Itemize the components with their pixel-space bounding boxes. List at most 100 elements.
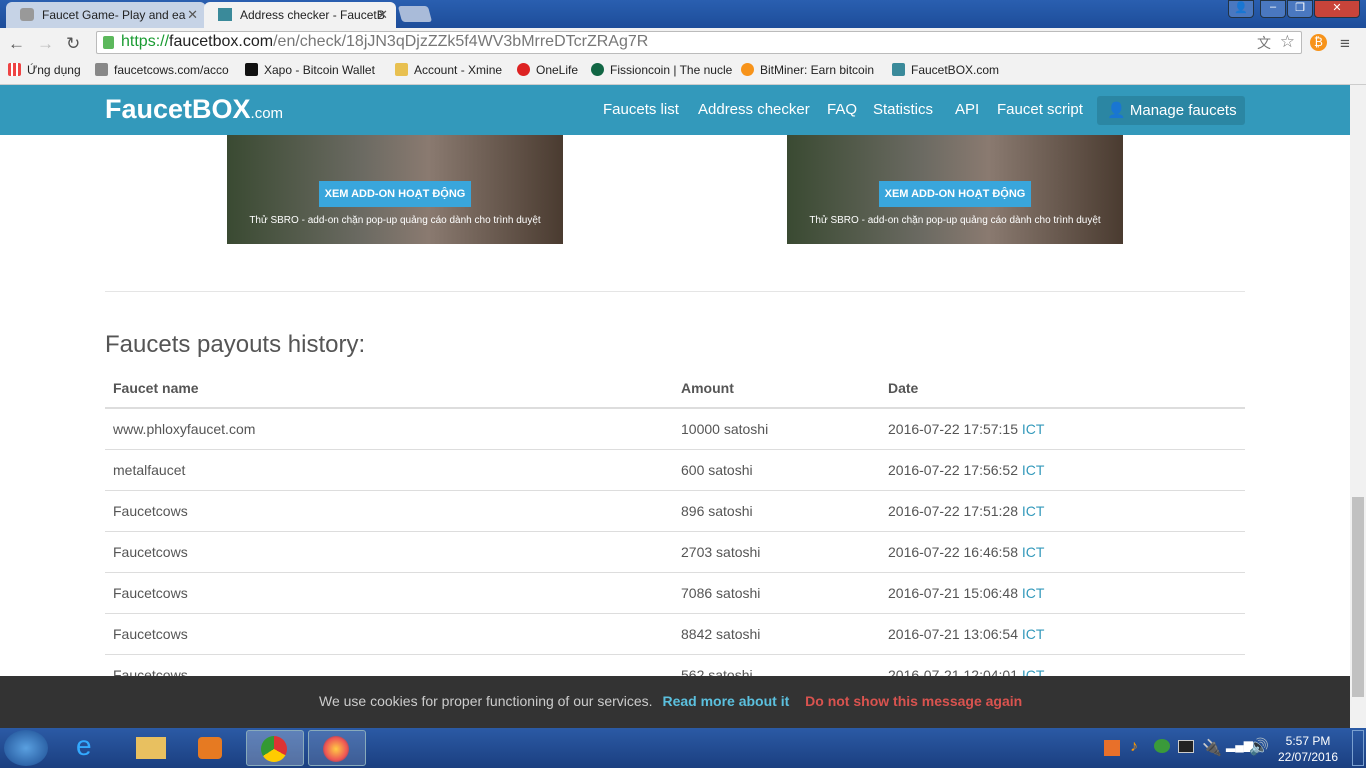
java-tray-icon[interactable] (1104, 740, 1120, 756)
star-icon[interactable]: ☆ (1280, 32, 1295, 52)
xapo-icon (245, 63, 258, 76)
amount: 7086 satoshi (673, 572, 880, 614)
translate-icon[interactable]: 文 (1257, 33, 1271, 53)
nav-api[interactable]: API (955, 101, 979, 118)
date: 2016-07-21 15:06:48 ICT (880, 572, 1245, 614)
user-button[interactable]: 👤 (1228, 0, 1254, 18)
date: 2016-07-22 16:46:58 ICT (880, 531, 1245, 573)
ie-icon[interactable]: e (62, 730, 120, 766)
history-title: Faucets payouts history: (105, 331, 366, 358)
tab-address-checker[interactable]: Address checker - FaucetB ✕ (204, 2, 396, 28)
amount: 10000 satoshi (673, 408, 880, 450)
explorer-icon[interactable] (122, 730, 180, 766)
dismiss-cookie-link[interactable]: Do not show this message again (805, 693, 1022, 709)
tab-faucet-game[interactable]: Faucet Game- Play and ea ✕ (6, 2, 206, 28)
faucet-name: www.phloxyfaucet.com (105, 408, 673, 450)
bitcoin-extension-icon[interactable]: ₿ (1310, 34, 1327, 51)
nav-address-checker[interactable]: Address checker (698, 101, 810, 118)
site-navbar: FaucetBOX.com Faucets list Address check… (0, 85, 1350, 135)
timezone-link[interactable]: ICT (1022, 421, 1045, 437)
faucetbox-icon (218, 8, 232, 21)
url-input[interactable]: https://faucetbox.com/en/check/18jJN3qDj… (96, 31, 1302, 54)
menu-icon[interactable]: ≡ (1340, 34, 1350, 54)
table-row: Faucetcows 7086 satoshi 2016-07-21 15:06:4… (105, 572, 1245, 614)
manage-faucets-button[interactable]: 👤 Manage faucets (1097, 96, 1245, 125)
ad-text: Thử SBRO - add-on chặn pop-up quảng cáo … (809, 215, 1101, 226)
faucet-name: metalfaucet (105, 449, 673, 491)
cookie-text: We use cookies for proper functioning of… (319, 693, 653, 709)
download-manager-icon[interactable] (1154, 739, 1170, 753)
nav-faq[interactable]: FAQ (827, 101, 857, 118)
address-bar-row: ← → ↻ https://faucetbox.com/en/check/18j… (0, 28, 1366, 57)
firefox-icon[interactable] (308, 730, 366, 766)
minimize-button[interactable]: – (1260, 0, 1286, 18)
faucetbox-icon (892, 63, 905, 76)
audio-tray-icon[interactable]: ♪ (1130, 738, 1138, 756)
cow-icon (20, 8, 34, 21)
amount: 8842 satoshi (673, 613, 880, 655)
nav-statistics[interactable]: Statistics (873, 101, 933, 118)
faucet-name: Faucetcows (105, 490, 673, 532)
amount: 2703 satoshi (673, 531, 880, 573)
chrome-icon[interactable] (246, 730, 304, 766)
ad-banner[interactable]: XEM ADD-ON HOẠT ĐỘNG Thử SBRO - add-on ch… (787, 135, 1123, 244)
close-tab-icon[interactable]: ✕ (377, 7, 388, 23)
fissioncoin-icon (591, 63, 604, 76)
clock[interactable]: 5:57 PM 22/07/2016 (1278, 733, 1338, 765)
faucet-name: Faucetcows (105, 613, 673, 655)
bookmark-fissioncoin[interactable]: Fissioncoin | The nucle (591, 63, 732, 77)
timezone-link[interactable]: ICT (1022, 503, 1045, 519)
xmine-icon (395, 63, 408, 76)
media-player-icon[interactable] (182, 730, 240, 766)
bookmark-faucetbox[interactable]: FaucetBOX.com (892, 63, 999, 77)
bookmark-xmine[interactable]: Account - Xmine (395, 63, 502, 77)
volume-icon[interactable]: 🔊 (1249, 737, 1269, 757)
maximize-button[interactable]: ❐ (1287, 0, 1313, 18)
bookmarks-bar: Ứng dụng faucetcows.com/acco Xapo - Bitc… (0, 57, 1366, 85)
amount: 896 satoshi (673, 490, 880, 532)
display-tray-icon[interactable] (1178, 740, 1194, 753)
forward-icon[interactable]: → (37, 34, 54, 54)
col-date: Date (880, 368, 1245, 409)
date: 2016-07-22 17:56:52 ICT (880, 449, 1245, 491)
date: 2016-07-21 13:06:54 ICT (880, 613, 1245, 655)
back-icon[interactable]: ← (8, 34, 25, 54)
bookmark-apps[interactable]: Ứng dụng (8, 63, 81, 77)
taskbar: e ♪ 🔌 ▂▄▆ 🔊 5:57 PM 22/07/2016 (0, 728, 1366, 768)
close-window-button[interactable]: ✕ (1314, 0, 1360, 18)
faucet-name: Faucetcows (105, 572, 673, 614)
table-row: metalfaucet 600 satoshi 2016-07-22 17:56:5… (105, 449, 1245, 491)
reload-icon[interactable]: ↻ (66, 34, 80, 54)
col-faucet-name: Faucet name (105, 368, 673, 409)
scrollbar-thumb[interactable] (1352, 497, 1364, 697)
read-more-link[interactable]: Read more about it (662, 693, 789, 709)
tab-bar: Faucet Game- Play and ea ✕ Address checke… (0, 0, 1366, 28)
payouts-table: Faucet name Amount Date www.phloxyfaucet… (105, 368, 1245, 696)
timezone-link[interactable]: ICT (1022, 544, 1045, 560)
onelife-icon (517, 63, 530, 76)
bookmark-xapo[interactable]: Xapo - Bitcoin Wallet (245, 63, 375, 77)
close-tab-icon[interactable]: ✕ (187, 7, 198, 23)
timezone-link[interactable]: ICT (1022, 626, 1045, 642)
start-button[interactable] (4, 730, 48, 766)
timezone-link[interactable]: ICT (1022, 585, 1045, 601)
date: 2016-07-22 17:57:15 ICT (880, 408, 1245, 450)
show-desktop-button[interactable] (1352, 730, 1364, 766)
table-row: Faucetcows 896 satoshi 2016-07-22 17:51:28… (105, 490, 1245, 532)
site-logo[interactable]: FaucetBOX.com (105, 94, 283, 125)
faucet-name: Faucetcows (105, 531, 673, 573)
nav-faucet-script[interactable]: Faucet script (997, 101, 1083, 118)
power-icon[interactable]: 🔌 (1202, 738, 1222, 758)
bookmark-onelife[interactable]: OneLife (517, 63, 578, 77)
ad-button[interactable]: XEM ADD-ON HOẠT ĐỘNG (319, 181, 471, 207)
ad-button[interactable]: XEM ADD-ON HOẠT ĐỘNG (879, 181, 1031, 207)
new-tab-button[interactable] (397, 6, 433, 22)
nav-faucets-list[interactable]: Faucets list (603, 101, 679, 118)
scrollbar[interactable] (1350, 85, 1366, 728)
ad-banner[interactable]: XEM ADD-ON HOẠT ĐỘNG Thử SBRO - add-on ch… (227, 135, 563, 244)
bookmark-faucetcows[interactable]: faucetcows.com/acco (95, 63, 229, 77)
apps-icon (8, 63, 21, 76)
cow-icon (95, 63, 108, 76)
timezone-link[interactable]: ICT (1022, 462, 1045, 478)
bookmark-bitminer[interactable]: BitMiner: Earn bitcoin (741, 63, 874, 77)
